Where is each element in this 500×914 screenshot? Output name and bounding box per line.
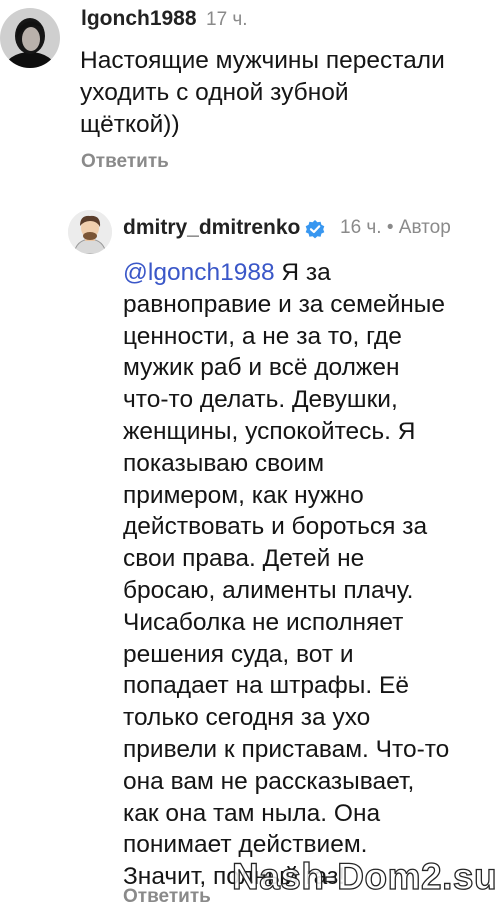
comment-text: @lgonch1988 Я за равноправие и за семейн… [123,257,449,893]
comment-text-line: бросаю, алименты плачу. [123,576,414,604]
comment-text-line: как она там ныла. Она [123,799,381,827]
comment-text-line: равноправие и за семейные [123,290,446,318]
comment-text-line: женщины, успокойтесь. Я [123,417,416,445]
comment-timestamp: 17 ч. [206,9,248,30]
comment-text: Настоящие мужчины перестали уходить с од… [80,45,445,140]
site-watermark: Nash-Dom2.su [231,855,498,897]
comment-username[interactable]: dmitry_dmitrenko [123,216,300,240]
avatar[interactable] [0,8,60,68]
comment-text-line: Чисаболка не исполняет [123,608,404,636]
mention-link[interactable]: @lgonch1988 [123,259,275,286]
reply-button[interactable]: Ответить [123,886,211,908]
comment-first-line: @lgonch1988 Я за [123,257,449,289]
comment-text-line: Настоящие мужчины перестали [80,47,445,74]
comment-text-line: решения суда, вот и [123,640,354,668]
comment-meta: 16 ч. • Автор [340,217,451,238]
comment-text-line: она вам не рассказывает, [123,767,415,795]
comment-text-line: мужик раб и всё должен [123,354,400,382]
comment-text-line: Я за [274,259,331,286]
avatar[interactable] [68,210,112,254]
avatar-illustration [68,210,112,254]
comment-text-line: попадает на штрафы. Её [123,672,409,700]
comment-username[interactable]: lgonch1988 [81,7,197,31]
avatar-photo [0,8,60,68]
comment-text-line: только сегодня за ухо [123,704,371,732]
comment-text-line: что-то делать. Девушки, [123,386,398,414]
verified-badge-icon [304,218,326,240]
comment-text-line: привели к приставам. Что-то [123,735,450,763]
comment-text-line: щёткой)) [80,110,180,138]
comment-text-line: действовать и бороться за [123,513,428,541]
comment-text-line: примером, как нужно [123,481,364,509]
comment-text-line: уходить с одной зубной [80,78,349,106]
comment-text-line: свои права. Детей не [123,545,365,573]
reply-button[interactable]: Ответить [81,151,169,173]
comment-text-line: показываю своим [123,449,325,477]
comment-text-line: ценности, а не за то, где [123,322,402,350]
